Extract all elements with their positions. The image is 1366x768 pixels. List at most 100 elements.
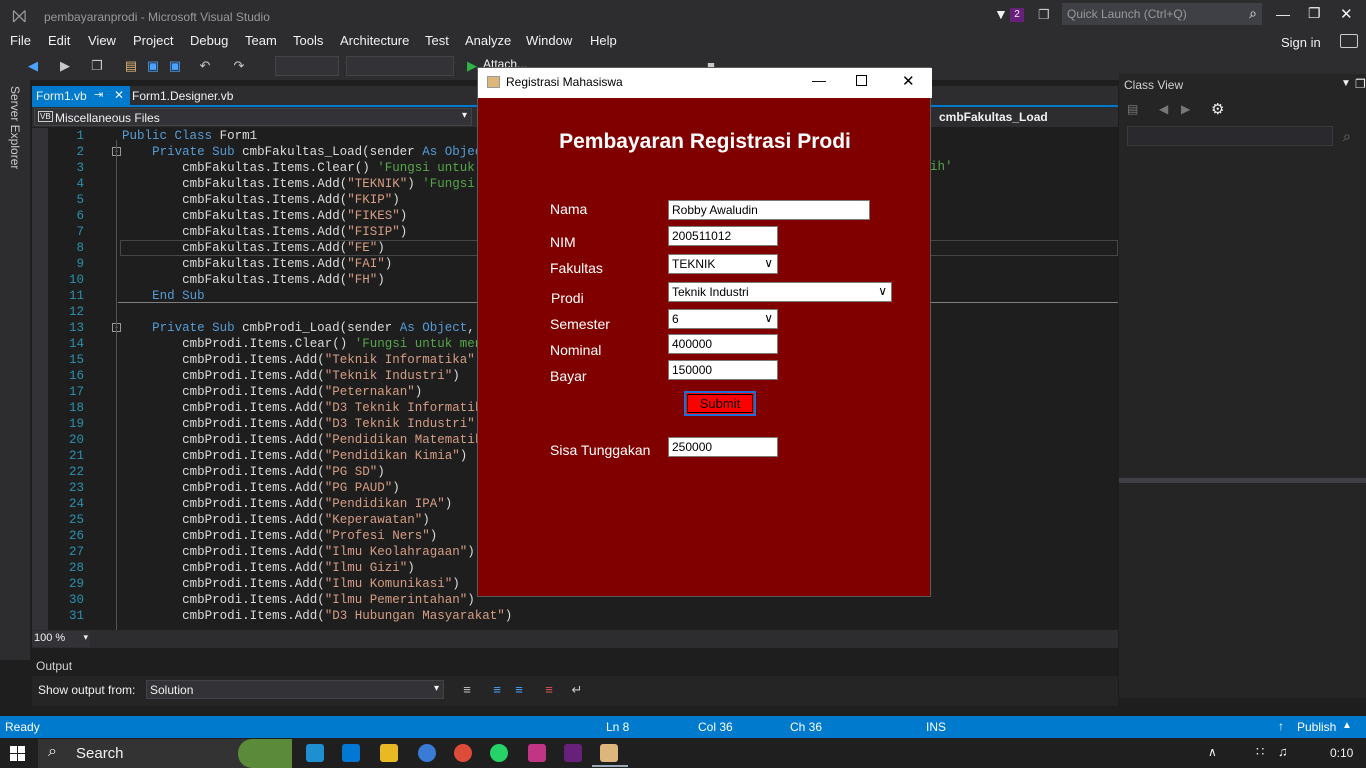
code-line[interactable]: cmbProdi.Items.Add("Peternakan") — [122, 384, 422, 400]
chevron-up-icon[interactable]: ∧ — [1208, 745, 1217, 759]
dialog-maximize-button[interactable] — [856, 75, 867, 86]
code-line[interactable]: cmbProdi.Items.Add("Profesi Ners") — [122, 528, 437, 544]
panel-close-icon[interactable]: ❐ — [1355, 77, 1366, 91]
code-line[interactable]: cmbProdi.Items.Add("D3 Hubungan Masyarak… — [122, 608, 512, 624]
sign-in-link[interactable]: Sign in — [1281, 35, 1321, 50]
new-project-icon[interactable]: ❐ — [90, 59, 104, 73]
menu-team[interactable]: Team — [245, 33, 277, 48]
close-button[interactable]: ✕ — [1340, 5, 1353, 23]
back-icon[interactable]: ◀ — [26, 59, 40, 73]
platform-dropdown[interactable] — [346, 56, 454, 76]
clear-all-icon[interactable]: ≡ — [542, 683, 556, 697]
undo-icon[interactable]: ↶ — [198, 59, 212, 73]
code-line[interactable]: cmbFakultas.Items.Add("FISIP") — [122, 224, 407, 240]
code-line[interactable]: cmbProdi.Items.Add("Ilmu Komunikasi") — [122, 576, 460, 592]
redo-icon[interactable]: ↷ — [232, 59, 246, 73]
forward-icon[interactable]: ▶ — [1181, 102, 1190, 116]
instagram-icon[interactable] — [528, 744, 546, 762]
volume-icon[interactable]: ♫ — [1278, 744, 1288, 759]
visual-studio-icon[interactable] — [564, 744, 582, 762]
code-line[interactable]: cmbFakultas.Items.Add("FH") — [122, 272, 385, 288]
new-folder-icon[interactable]: ▤ — [1127, 102, 1138, 116]
code-line[interactable]: cmbFakultas.Items.Clear() 'Fungsi untuk … — [122, 160, 505, 176]
code-line[interactable]: cmbProdi.Items.Add("Keperawatan") — [122, 512, 430, 528]
file-explorer-icon[interactable] — [380, 744, 398, 762]
minimize-button[interactable]: — — [1276, 6, 1290, 22]
server-explorer-tab[interactable]: Server Explorer — [8, 86, 22, 169]
word-wrap-icon[interactable]: ↵ — [570, 683, 584, 697]
code-line[interactable]: Private Sub cmbProdi_Load(sender As Obje… — [122, 320, 505, 336]
start-button[interactable] — [10, 746, 26, 762]
prodi-select[interactable]: Teknik Industri ∨ — [668, 282, 892, 302]
chrome-icon[interactable] — [454, 744, 472, 762]
fakultas-select[interactable]: TEKNIK ∨ — [668, 254, 778, 274]
store-icon[interactable] — [342, 744, 360, 762]
maximize-button[interactable]: ❐ — [1308, 5, 1321, 22]
menu-view[interactable]: View — [88, 33, 116, 48]
config-dropdown[interactable] — [275, 56, 339, 76]
class-search-input[interactable] — [1127, 126, 1333, 146]
code-line[interactable]: cmbProdi.Items.Add("Pendidikan Matematik… — [122, 432, 505, 448]
clock-time[interactable]: 0:10 — [1330, 746, 1353, 760]
notification-badge[interactable]: 2 — [1010, 8, 1024, 22]
code-line[interactable]: cmbFakultas.Items.Add("FE") — [122, 240, 385, 256]
prev-message-icon[interactable]: ≡ — [490, 683, 504, 697]
feedback-icon[interactable]: ❐ — [1038, 7, 1050, 23]
output-title[interactable]: Output — [36, 659, 72, 673]
tab-form1-designer-vb[interactable]: Form1.Designer.vb — [128, 86, 237, 106]
dialog-close-button[interactable]: ✕ — [902, 72, 915, 90]
menu-test[interactable]: Test — [425, 33, 449, 48]
submit-button[interactable]: Submit — [684, 391, 756, 416]
nama-input[interactable]: Robby Awaludin — [668, 200, 870, 220]
zoom-dropdown[interactable]: 100 % ▾ — [32, 631, 90, 647]
menu-window[interactable]: Window — [526, 33, 572, 48]
panel-dropdown-icon[interactable]: ▼ — [1341, 78, 1351, 89]
nim-input[interactable]: 200511012 — [668, 226, 778, 246]
code-line[interactable]: cmbProdi.Items.Add("PG PAUD") — [122, 480, 400, 496]
server-explorer-rail[interactable]: Server Explorer — [0, 80, 30, 660]
panel-splitter[interactable] — [1119, 478, 1366, 483]
form-app-icon[interactable] — [600, 744, 618, 762]
code-line[interactable]: cmbFakultas.Items.Add("FKIP") — [122, 192, 400, 208]
scope-dropdown[interactable]: VB Miscellaneous Files ▾ — [34, 108, 472, 126]
network-icon[interactable]: ∷ — [1256, 744, 1264, 760]
back-icon[interactable]: ◀ — [1159, 102, 1168, 116]
code-line[interactable]: cmbProdi.Items.Add("Ilmu Pemerintahan") — [122, 592, 475, 608]
next-message-icon[interactable]: ≡ — [512, 683, 526, 697]
code-line[interactable]: cmbProdi.Items.Add("Ilmu Gizi") — [122, 560, 415, 576]
code-line[interactable]: cmbProdi.Items.Add("Ilmu Keolahragaan") — [122, 544, 475, 560]
open-folder-icon[interactable]: ▤ — [124, 59, 138, 73]
menu-help[interactable]: Help — [590, 33, 617, 48]
nominal-input[interactable]: 400000 — [668, 334, 778, 354]
find-message-icon[interactable]: ≡ — [460, 683, 474, 697]
code-line[interactable]: cmbProdi.Items.Clear() 'Fungsi untuk men… — [122, 336, 505, 352]
code-line[interactable]: cmbProdi.Items.Add("Pendidikan Kimia") — [122, 448, 467, 464]
menu-edit[interactable]: Edit — [48, 33, 70, 48]
bayar-input[interactable]: 150000 — [668, 360, 778, 380]
menu-project[interactable]: Project — [133, 33, 173, 48]
dialog-title-bar[interactable]: Registrasi Mahasiswa — ✕ — [478, 68, 932, 98]
code-line[interactable]: Private Sub cmbFakultas_Load(sender As O… — [122, 144, 497, 160]
code-line[interactable]: cmbProdi.Items.Add("D3 Teknik Industri") — [122, 416, 482, 432]
tab-close-icon[interactable]: ✕ — [114, 88, 124, 102]
code-line[interactable]: cmbProdi.Items.Add("D3 Teknik Informatik… — [122, 400, 505, 416]
semester-select[interactable]: 6 ∨ — [668, 309, 778, 329]
save-all-icon[interactable]: ▣ — [168, 59, 182, 73]
whatsapp-icon[interactable] — [490, 744, 508, 762]
code-line[interactable]: cmbProdi.Items.Add("Teknik Informatika")… — [122, 352, 505, 368]
menu-file[interactable]: File — [10, 33, 31, 48]
forward-icon[interactable]: ▶ — [58, 59, 72, 73]
dialog-minimize-button[interactable]: — — [812, 72, 826, 88]
pin-icon[interactable]: ⇥ — [94, 88, 103, 101]
code-line[interactable]: End Sub — [122, 288, 205, 304]
search-icon[interactable]: ⌕ — [1343, 128, 1351, 145]
settings-gear-icon[interactable]: ⚙ — [1211, 100, 1224, 118]
account-icon[interactable] — [1340, 34, 1358, 48]
tab-form1-vb[interactable]: Form1.vb ⇥ ✕ — [32, 86, 130, 106]
member-value[interactable]: cmbFakultas_Load — [939, 110, 1048, 124]
edge-icon[interactable] — [306, 744, 324, 762]
filter-icon[interactable]: ▼ — [994, 6, 1008, 22]
app-icon[interactable] — [418, 744, 436, 762]
code-line[interactable]: Public Class Form1 — [122, 128, 257, 144]
menu-debug[interactable]: Debug — [190, 33, 228, 48]
